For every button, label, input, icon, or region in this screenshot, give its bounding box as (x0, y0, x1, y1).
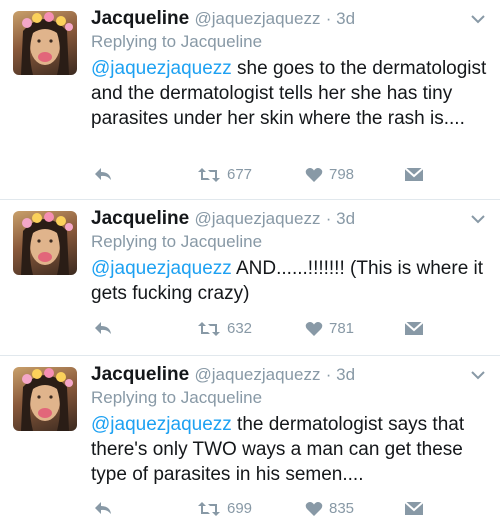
chevron-down-icon[interactable] (470, 369, 486, 381)
like-count: 798 (329, 166, 355, 183)
replying-to[interactable]: Replying to Jacqueline (91, 32, 262, 52)
avatar[interactable] (13, 367, 77, 431)
tweet[interactable]: Jacqueline @jaquezjaquezz · 3d Replying … (0, 0, 500, 200)
replying-to[interactable]: Replying to Jacqueline (91, 388, 262, 408)
tweet-time[interactable]: · 3d (326, 9, 355, 28)
reply-icon (95, 502, 111, 514)
mention-link[interactable]: @jaquezjaquezz (91, 58, 232, 79)
retweet-icon (198, 167, 220, 182)
tweet[interactable]: Jacqueline @jaquezjaquezz · 3d Replying … (0, 356, 500, 531)
tweet-header: Jacqueline @jaquezjaquezz · 3d (91, 208, 460, 230)
like-count: 781 (329, 320, 355, 337)
direct-message-icon (404, 501, 424, 515)
tweet-text: @jaquezjaquezz the dermatologist says th… (91, 412, 491, 487)
retweet-button[interactable]: 677 (197, 166, 252, 183)
reply-icon (95, 322, 111, 334)
like-button[interactable]: 798 (305, 166, 354, 183)
like-button[interactable]: 835 (305, 500, 354, 517)
direct-message-icon (404, 167, 424, 181)
retweet-button[interactable]: 699 (197, 500, 252, 517)
direct-message-button[interactable] (404, 166, 424, 182)
retweet-count: 699 (227, 500, 253, 517)
direct-message-icon (404, 321, 424, 335)
like-icon (305, 501, 323, 516)
tweet-actions: 699 835 (0, 500, 500, 522)
author-name[interactable]: Jacqueline (91, 208, 189, 229)
tweet-text: @jaquezjaquezz she goes to the dermatolo… (91, 56, 491, 131)
retweet-count: 632 (227, 320, 253, 337)
tweet-time[interactable]: · 3d (326, 365, 355, 384)
avatar[interactable] (13, 211, 77, 275)
tweet-header: Jacqueline @jaquezjaquezz · 3d (91, 364, 460, 386)
tweet-actions: 677 798 (0, 166, 500, 188)
tweet-header: Jacqueline @jaquezjaquezz · 3d (91, 8, 460, 30)
retweet-icon (198, 321, 220, 336)
retweet-button[interactable]: 632 (197, 320, 252, 337)
author-handle[interactable]: @jaquezjaquezz (195, 9, 321, 28)
like-count: 835 (329, 500, 355, 517)
author-handle[interactable]: @jaquezjaquezz (195, 365, 321, 384)
tweet[interactable]: Jacqueline @jaquezjaquezz · 3d Replying … (0, 200, 500, 356)
tweet-text: @jaquezjaquezz AND......!!!!!!! (This is… (91, 256, 491, 306)
reply-icon (95, 168, 111, 180)
reply-button[interactable] (93, 500, 113, 516)
reply-button[interactable] (93, 166, 113, 182)
reply-button[interactable] (93, 320, 113, 336)
like-icon (305, 321, 323, 336)
chevron-down-icon[interactable] (470, 13, 486, 25)
like-button[interactable]: 781 (305, 320, 354, 337)
tweet-time[interactable]: · 3d (326, 209, 355, 228)
mention-link[interactable]: @jaquezjaquezz (91, 414, 232, 435)
replying-to[interactable]: Replying to Jacqueline (91, 232, 262, 252)
like-icon (305, 167, 323, 182)
retweet-icon (198, 501, 220, 516)
direct-message-button[interactable] (404, 320, 424, 336)
mention-link[interactable]: @jaquezjaquezz (91, 258, 232, 279)
direct-message-button[interactable] (404, 500, 424, 516)
author-handle[interactable]: @jaquezjaquezz (195, 209, 321, 228)
author-name[interactable]: Jacqueline (91, 364, 189, 385)
tweet-actions: 632 781 (0, 320, 500, 342)
retweet-count: 677 (227, 166, 253, 183)
author-name[interactable]: Jacqueline (91, 8, 189, 29)
avatar[interactable] (13, 11, 77, 75)
chevron-down-icon[interactable] (470, 213, 486, 225)
